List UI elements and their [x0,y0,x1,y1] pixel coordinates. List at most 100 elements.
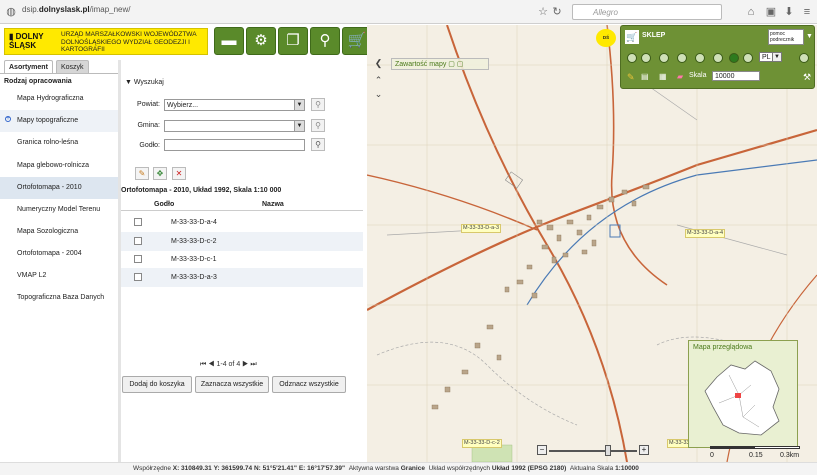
chevron-up-icon[interactable]: ⌃ [372,75,385,87]
category-item[interactable]: Ortofotomapa - 2004 [0,243,118,265]
bookmarks-icon[interactable]: ▣ [764,5,778,19]
zoom-track[interactable] [549,450,637,452]
expand-icon[interactable]: + [5,116,11,122]
pencil-icon: ✎ [138,169,146,178]
active-layer: Granice [400,465,425,472]
tab-asortyment[interactable]: Asortyment [4,60,53,73]
category-item[interactable]: Topograficzna Baza Danych [0,287,118,309]
row-checkbox[interactable] [134,255,142,263]
chevron-down-icon[interactable]: ⌄ [372,89,385,101]
clear-button[interactable]: ✕ [172,167,186,180]
godlo-input[interactable] [164,139,305,151]
browser-search-input[interactable]: Allegro [572,4,722,20]
category-item[interactable]: Mapy topograficzne [0,110,118,132]
menu-icon[interactable]: ≡ [800,5,814,19]
powiat-select[interactable]: Wybierz... ▼ [164,99,305,111]
folder-button[interactable]: ▬ [214,27,244,55]
search-section-toggle[interactable]: ▼ Wyszukaj [125,79,164,86]
browser-toolbar: ◍ dsip.dolnyslask.pl/imap_new/ ☆ ↻ Alleg… [0,0,817,24]
godlo-search-button[interactable]: ⚲ [311,138,325,151]
last-page-icon[interactable]: ⏭ [250,361,256,368]
help-button[interactable]: pomoc podrecznik [768,29,804,45]
cart-icon[interactable]: 🛒 [625,30,639,44]
category-item[interactable]: VMAP L2 [0,265,118,287]
current-scale: 1:10000 [615,465,639,472]
row-checkbox[interactable] [134,218,142,226]
zoom-minus-icon[interactable]: − [537,445,547,455]
settings-button[interactable]: ⚙ [246,27,276,55]
powiat-search-button[interactable]: ⚲ [311,98,325,111]
star-icon[interactable]: ☆ [536,5,550,19]
powiat-label: Powiat: [137,101,160,108]
address-bar[interactable]: dsip.dolnyslask.pl/imap_new/ [22,5,131,14]
table-row[interactable]: M-33-33-D-a-3 [121,268,363,287]
table-row[interactable]: M-33-33-D-a-4 [121,213,363,232]
chevron-left-icon[interactable]: ❮ [372,58,385,70]
table-icon[interactable]: ▦ [659,72,667,81]
table-row[interactable]: M-33-33-D-c-1 [121,250,363,269]
col-godlo[interactable]: Godło [154,201,174,208]
edit-button[interactable]: ✎ [135,167,149,180]
zoom-handle[interactable] [605,445,611,456]
gmina-select[interactable]: ▼ [164,120,305,132]
gmina-search-button[interactable]: ⚲ [311,119,325,132]
select-all-button[interactable]: Zaznacza wszystkie [195,376,269,393]
cart-icon: 🛒 [347,32,367,49]
chevron-down-icon[interactable]: ▼ [772,52,782,62]
print-icon[interactable] [713,53,723,63]
deselect-all-button[interactable]: Odznacz wszystkie [272,376,346,393]
category-item[interactable]: Numeryczny Model Terenu [0,199,118,221]
category-item[interactable]: Mapa Sozologiczna [0,221,118,243]
category-item[interactable]: Mapa glebowo-rolnicza [0,155,118,177]
current-scale-label: Aktualna Skala [569,465,614,472]
sheet-label: M-33-33-D-a-4 [685,229,726,238]
first-page-icon[interactable]: ⏮ [200,361,206,368]
search-icon[interactable] [743,53,753,63]
godlo-label: Godło: [139,142,160,149]
reload-icon[interactable]: ↻ [550,5,564,19]
chevron-down-icon[interactable]: ▼ [806,33,813,40]
zoom-extent-button[interactable]: ✥ [153,167,167,180]
table-row[interactable]: M-33-33-D-c-2 [121,232,363,251]
measure-icon[interactable] [695,53,705,63]
home-icon[interactable]: ⌂ [744,5,758,19]
coord-y: Y: 361599.74 [213,465,253,472]
layers-icon[interactable]: ▤ [641,72,649,81]
scale-label: Skala [689,72,707,79]
help-circle-icon[interactable] [799,53,809,63]
category-item[interactable]: Granica rolno-leśna [0,132,118,154]
zoom-plus-icon[interactable]: + [639,445,649,455]
coord-x: X: 310849.31 [172,465,212,472]
tab-koszyk[interactable]: Koszyk [56,60,89,73]
image-icon[interactable]: ▰ [677,72,683,81]
col-nazwa[interactable]: Nazwa [262,201,284,208]
windows-button[interactable]: ❐ [278,27,308,55]
coordinate-system: Układ 1992 (EPSG 2180) [491,465,567,472]
row-checkbox[interactable] [134,273,142,281]
dolny-slask-badge: DŚ [596,29,616,47]
map-contents-panel[interactable]: Zawartość mapy ▢ ▢ [391,58,489,70]
search-button[interactable]: ⚲ [310,27,340,55]
globe-icon: ◍ [6,6,16,18]
layer-label: Aktywna warstwa [348,465,399,472]
category-item-selected[interactable]: Ortofotomapa - 2010 [0,177,118,199]
download-icon[interactable]: ⬇ [782,5,796,19]
row-checkbox[interactable] [134,237,142,245]
windows-icon: ❐ [286,32,300,49]
pencil-icon[interactable]: ✎ [627,72,635,83]
prev-page-icon[interactable]: ◀ [208,361,214,368]
pan-icon[interactable] [659,53,669,63]
info-icon[interactable] [677,53,687,63]
help-icon[interactable] [729,53,739,63]
overview-map[interactable]: Mapa przeglądowa [688,340,798,448]
zoom-in-icon[interactable] [627,53,637,63]
add-to-cart-button[interactable]: Dodaj do koszyka [122,376,192,393]
sheet-label: M-33-33-D-c-2 [462,439,502,448]
wrench-icon[interactable]: ⚒ [803,72,811,83]
zoom-slider[interactable]: − + [537,445,651,457]
scale-input[interactable]: 10000 [712,71,760,81]
zoom-out-icon[interactable] [641,53,651,63]
chevron-down-icon: ▼ [294,100,304,110]
next-page-icon[interactable]: ▶ [242,361,248,368]
category-item[interactable]: Mapa Hydrograficzna [0,88,118,110]
